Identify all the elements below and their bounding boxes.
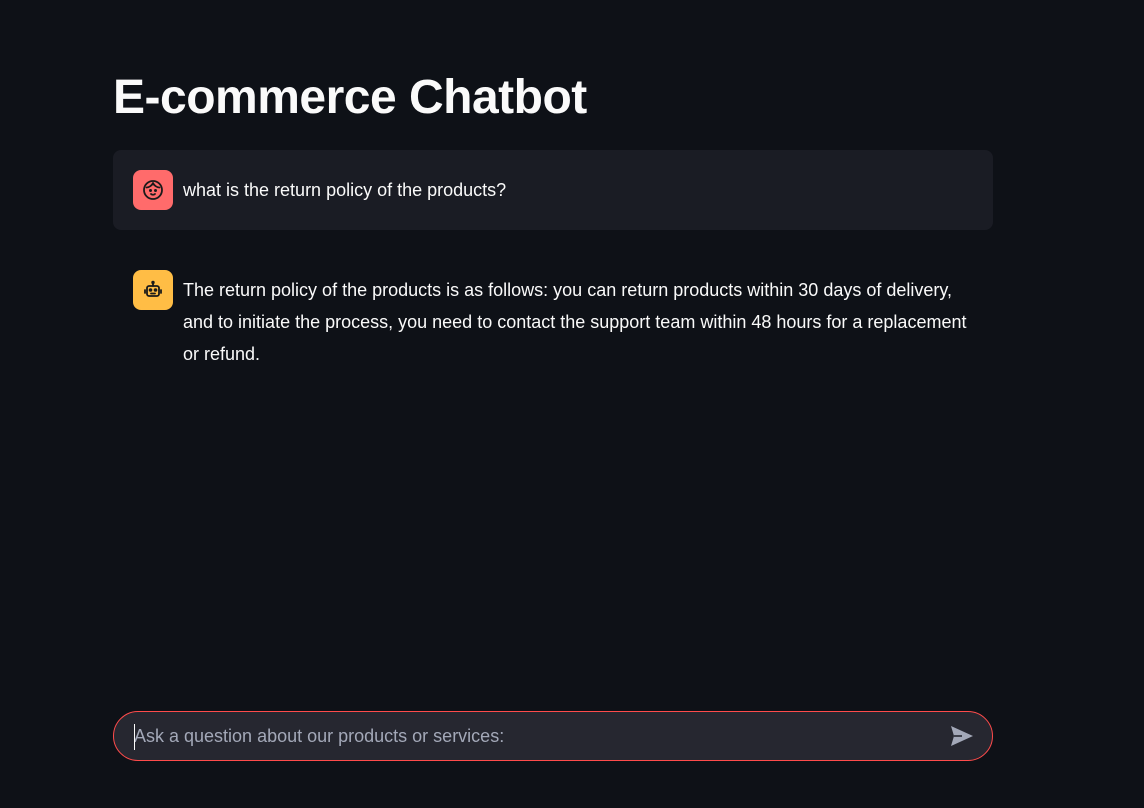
chat-message-assistant: The return policy of the products is as … [113, 250, 993, 390]
user-face-icon [133, 170, 173, 210]
page-title: E-commerce Chatbot [113, 71, 587, 124]
message-text: The return policy of the products is as … [183, 280, 967, 364]
send-button[interactable] [944, 718, 980, 754]
chat-input[interactable] [114, 712, 944, 760]
send-icon [950, 725, 974, 747]
robot-icon [133, 270, 173, 310]
main-content: E-commerce Chatbot what is the return po… [113, 0, 993, 390]
chat-message-user: what is the return policy of the product… [113, 150, 993, 230]
message-text: what is the return policy of the product… [183, 180, 507, 200]
chat-input-container [113, 711, 993, 761]
text-cursor [134, 724, 135, 750]
app-page: E-commerce Chatbot what is the return po… [0, 0, 1144, 808]
